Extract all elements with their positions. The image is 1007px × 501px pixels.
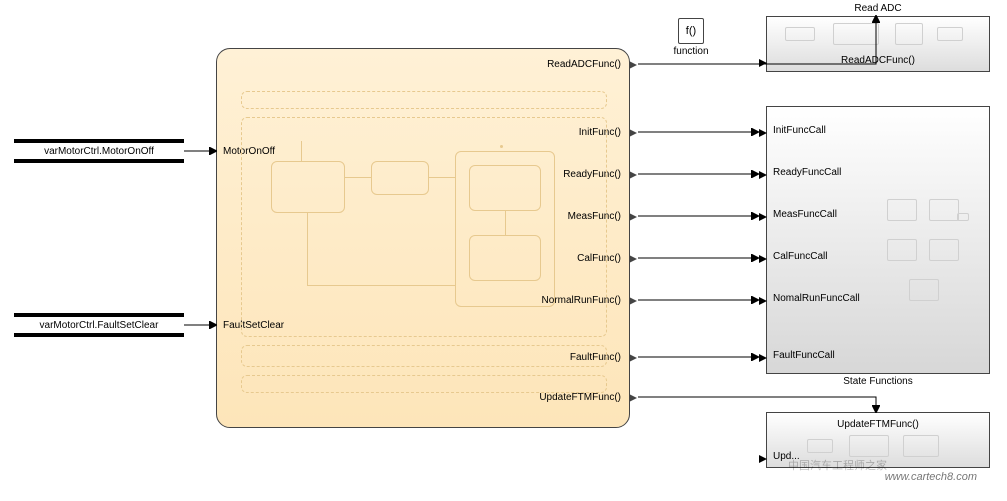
watermark-cn: 中国汽车工程师之家 — [788, 457, 887, 473]
wires — [0, 0, 1007, 501]
watermark-site: www.cartech8.com — [885, 471, 977, 483]
